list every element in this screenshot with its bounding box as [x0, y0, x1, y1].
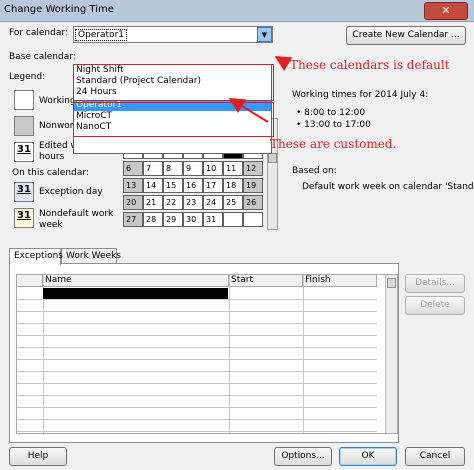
close-icon: ✕	[441, 4, 451, 17]
dialog-body: For calendar: Operator1 ▼ Base calendar:…	[0, 22, 474, 470]
arrow-custom	[228, 97, 269, 123]
annotation-arrows	[228, 55, 293, 123]
arrow-default	[274, 55, 293, 72]
close-button[interactable]: ✕	[424, 2, 468, 20]
annotation-default: These calendars is default	[290, 58, 450, 72]
title-bar: Change Working Time ✕	[0, 0, 474, 22]
annotation-custom: These are customed.	[270, 137, 397, 151]
window-title: Change Working Time	[4, 4, 114, 15]
